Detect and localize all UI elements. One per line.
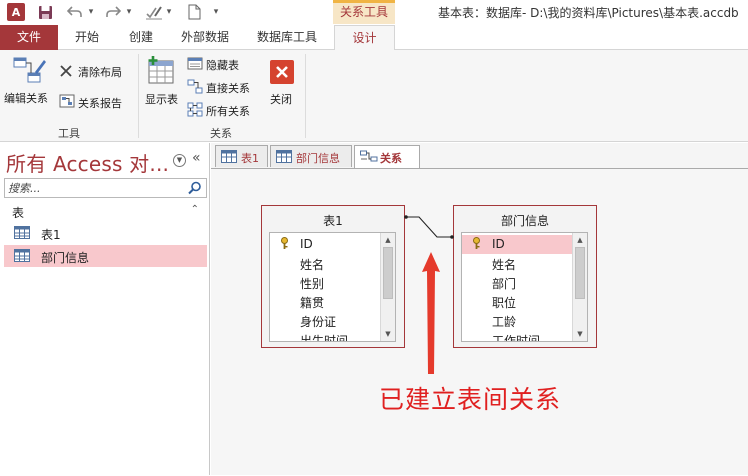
nav-item-label: 表1 (41, 228, 61, 242)
close-icon (270, 60, 294, 87)
hide-table-icon (187, 57, 203, 73)
table-icon (276, 150, 292, 166)
red-arrow-icon (422, 252, 440, 374)
clear-layout-icon (59, 64, 73, 81)
chevron-down-icon[interactable]: ▼ (173, 154, 186, 167)
ribbon-separator (138, 54, 139, 138)
doc-tab-table1[interactable]: 表1 (215, 145, 268, 167)
tab-design[interactable]: 设计 (334, 25, 395, 51)
doc-tab-label: 部门信息 (296, 152, 340, 165)
tab-create[interactable]: 创建 (118, 25, 164, 50)
group-label-relationships: 关系 (210, 127, 232, 140)
relationship-line[interactable] (404, 215, 454, 239)
nav-group-label: 表 (12, 206, 25, 220)
all-relationships-button[interactable]: 所有关系 (206, 103, 250, 119)
doc-tab-dept-info[interactable]: 部门信息 (270, 145, 352, 167)
nav-pane-title[interactable]: 所有 Access 对... (6, 148, 169, 177)
save-icon[interactable] (36, 3, 54, 21)
search-icon[interactable] (186, 180, 204, 196)
undo-icon[interactable] (66, 3, 84, 21)
ribbon: 编辑关系 清除布局 关系报告 显示表 隐藏表 直接关系 所有关系 关闭 工具 关… (0, 50, 748, 142)
show-table-button[interactable]: 显示表 (145, 91, 178, 107)
table-icon (14, 249, 30, 265)
nav-group-header[interactable]: 表 ⌃ (4, 204, 207, 221)
customize-toolbar-icon[interactable]: ▾ (210, 3, 222, 21)
table-icon (14, 226, 30, 242)
direct-relationships-icon (187, 79, 203, 97)
redo-dropdown-icon[interactable]: ▾ (124, 3, 134, 21)
pen-check-icon[interactable] (145, 3, 163, 21)
nav-item-dept-info[interactable]: 部门信息 (4, 245, 207, 267)
access-logo-icon[interactable]: A (7, 3, 25, 21)
doc-tab-label: 关系 (380, 152, 402, 165)
all-relationships-icon (187, 102, 203, 120)
tab-home[interactable]: 开始 (62, 25, 112, 50)
chevron-up-icon[interactable]: ⌃ (191, 204, 199, 215)
relationship-overlay (404, 215, 454, 374)
relationships-icon (360, 150, 378, 166)
tab-database-tools[interactable]: 数据库工具 (248, 25, 326, 50)
doc-tab-label: 表1 (241, 152, 259, 165)
ribbon-separator (305, 54, 306, 138)
annotation-text: 已建立表间关系 (379, 385, 562, 414)
direct-relationships-button[interactable]: 直接关系 (206, 80, 250, 96)
hide-table-button[interactable]: 隐藏表 (206, 57, 239, 73)
relationship-report-icon (59, 94, 75, 111)
close-button[interactable]: 关闭 (270, 91, 292, 107)
clear-layout-button[interactable]: 清除布局 (78, 64, 122, 80)
edit-relationships-icon (13, 56, 47, 89)
show-table-icon (147, 56, 177, 89)
navigation-pane: 所有 Access 对... ▼ « 表 ⌃ 表1 部门信息 (0, 143, 210, 475)
table-icon (221, 150, 237, 166)
relationship-report-button[interactable]: 关系报告 (78, 95, 122, 111)
tab-external-data[interactable]: 外部数据 (170, 25, 240, 50)
context-tab-title: 关系工具 (333, 0, 395, 24)
undo-dropdown-icon[interactable]: ▾ (86, 3, 96, 21)
tab-file[interactable]: 文件 (0, 25, 58, 50)
search-input[interactable] (5, 179, 185, 197)
document-area: 表1 部门信息 关系 表1 ID 姓名 性别 籍贯 身份证 出生时间 ▲ ▼ 部… (211, 143, 748, 475)
ribbon-tabs: 文件 开始 创建 外部数据 数据库工具 设计 (0, 25, 748, 51)
nav-item-table1[interactable]: 表1 (4, 222, 207, 244)
nav-search-box (4, 178, 207, 198)
relationships-canvas[interactable]: 表1 ID 姓名 性别 籍贯 身份证 出生时间 ▲ ▼ 部门信息 ID 姓名 部… (211, 168, 748, 475)
group-label-tools: 工具 (58, 127, 80, 140)
title-bar: A ▾ ▾ ▾ ▾ 关系工具 基本表：数据库- D:\我的资料库\Picture… (0, 0, 748, 25)
pen-dropdown-icon[interactable]: ▾ (164, 3, 174, 21)
collapse-pane-icon[interactable]: « (192, 150, 201, 166)
new-document-icon[interactable] (186, 3, 202, 21)
redo-icon[interactable] (104, 3, 122, 21)
nav-item-label: 部门信息 (41, 251, 90, 265)
window-title: 基本表：数据库- D:\我的资料库\Pictures\基本表.accdb (438, 6, 739, 20)
doc-tab-relationships[interactable]: 关系 (354, 145, 420, 169)
edit-relationships-button[interactable]: 编辑关系 (4, 90, 48, 106)
